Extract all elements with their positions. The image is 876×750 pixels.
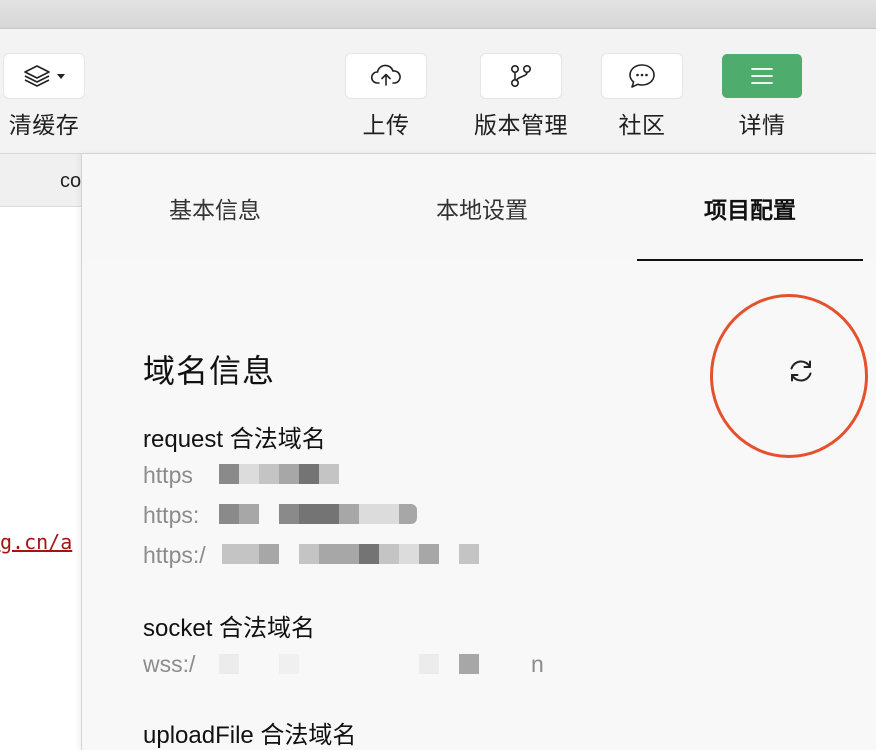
redacted-block: [259, 464, 279, 484]
redacted-block: [359, 544, 379, 564]
redacted-block: [319, 464, 339, 484]
redacted-block: [319, 544, 339, 564]
toolbar: 清缓存 上传 版本管理 社区 详情: [0, 29, 876, 154]
refresh-icon[interactable]: [786, 356, 816, 386]
panel-tabs: 基本信息 本地设置 项目配置: [82, 154, 876, 262]
redacted-block: [459, 654, 479, 674]
tab-project-config[interactable]: 项目配置: [637, 154, 863, 262]
redacted-block: [399, 504, 417, 524]
redacted-block: [339, 504, 359, 524]
refresh-highlight: [710, 294, 868, 458]
version-label: 版本管理: [474, 112, 568, 138]
community-tool: 社区: [602, 54, 682, 140]
request-domain-3: https:/: [143, 542, 206, 568]
redacted-block: [279, 464, 299, 484]
redacted-block: [379, 504, 399, 524]
editor-tab-bar: co: [0, 154, 82, 207]
community-label: 社区: [618, 112, 666, 138]
uploadfile-domain-title: uploadFile 合法域名: [143, 722, 357, 749]
cloud-upload-icon: [370, 64, 401, 86]
redacted-block: [399, 544, 419, 564]
detail-label: 详情: [738, 112, 786, 138]
code-editor[interactable]: co g.cn/a: [0, 154, 82, 750]
redacted-block: [299, 464, 319, 484]
redacted-block: [339, 544, 359, 564]
active-tab-indicator: [637, 259, 863, 261]
chat-bubble-icon: [629, 64, 655, 88]
version-tool: 版本管理: [474, 54, 568, 140]
redacted-block: [419, 654, 439, 674]
code-url-fragment: g.cn/a: [0, 530, 73, 554]
community-button[interactable]: [602, 54, 682, 98]
redacted-block: [259, 544, 279, 564]
redacted-block: [239, 504, 259, 524]
version-button[interactable]: [481, 54, 561, 98]
window-title-bar: [0, 0, 876, 29]
tab-basic-info[interactable]: 基本信息: [102, 154, 328, 262]
details-panel: 基本信息 本地设置 项目配置 域名信息 request 合法域名 https h…: [81, 154, 876, 750]
upload-label: 上传: [362, 112, 410, 138]
redacted-block: [279, 504, 299, 524]
redacted-block: [239, 464, 259, 484]
redacted-block: [299, 544, 319, 564]
redacted-block: [239, 544, 259, 564]
git-branch-icon: [510, 64, 532, 87]
request-domain-2: https:: [143, 502, 200, 528]
redacted-block: [379, 544, 399, 564]
redacted-block: [299, 504, 319, 524]
menu-icon: [751, 68, 773, 84]
detail-tool: 详情: [722, 54, 802, 140]
redacted-block: [222, 544, 239, 564]
clear-cache-button[interactable]: [4, 54, 84, 98]
clear-cache-tool: 清缓存: [4, 54, 84, 140]
redacted-block: [219, 464, 239, 484]
section-title: 域名信息: [143, 353, 276, 389]
redacted-block: [459, 544, 479, 564]
request-domain-title: request 合法域名: [143, 426, 326, 453]
socket-domain-1: wss:/: [143, 651, 196, 677]
clear-cache-label: 清缓存: [8, 112, 80, 138]
redacted-block: [219, 654, 239, 674]
redacted-block: [219, 504, 239, 524]
chevron-down-icon: [57, 73, 65, 79]
upload-button[interactable]: [346, 54, 426, 98]
request-domain-1: https: [143, 462, 193, 488]
redacted-block: [319, 504, 339, 524]
socket-domain-suffix: n: [531, 651, 544, 677]
layers-icon: [24, 65, 50, 87]
detail-button[interactable]: [722, 54, 802, 98]
redacted-block: [419, 544, 439, 564]
tab-local-settings[interactable]: 本地设置: [369, 154, 595, 262]
redacted-block: [279, 654, 299, 674]
redacted-block: [359, 504, 379, 524]
socket-domain-title: socket 合法域名: [143, 615, 316, 642]
upload-tool: 上传: [346, 54, 426, 140]
editor-tab[interactable]: co: [60, 170, 81, 193]
